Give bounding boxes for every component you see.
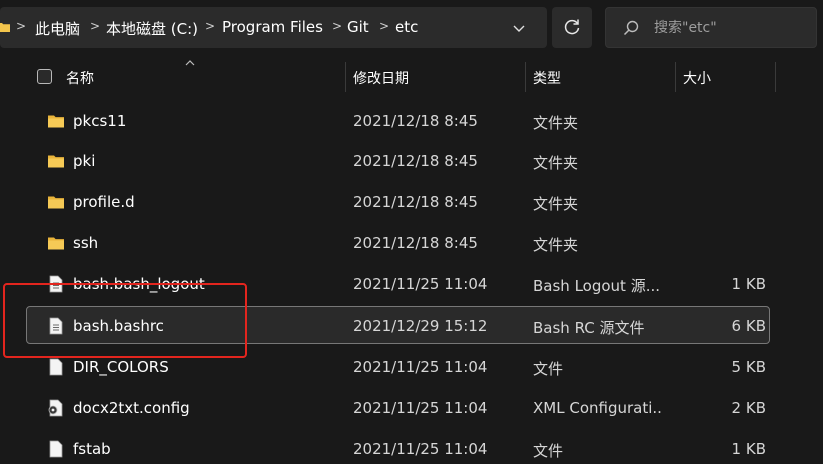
column-header-row: 名称 修改日期 类型 大小 xyxy=(0,58,823,96)
file-date: 2021/12/18 8:45 xyxy=(353,152,478,170)
folder-icon xyxy=(48,196,64,209)
breadcrumb-local-disk[interactable]: 本地磁盘 (C:) xyxy=(106,18,198,39)
file-type: 文件夹 xyxy=(533,195,579,213)
refresh-icon xyxy=(564,19,580,35)
file-date: 2021/12/18 8:45 xyxy=(353,193,478,211)
blank-file-icon xyxy=(49,358,63,376)
file-row[interactable]: profile.d 2021/12/18 8:45 文件夹 xyxy=(0,182,823,221)
column-divider[interactable] xyxy=(345,62,346,92)
column-header-name[interactable]: 名称 xyxy=(66,68,94,88)
column-divider[interactable] xyxy=(775,62,776,92)
file-name: DIR_COLORS xyxy=(73,358,169,376)
file-name: fstab xyxy=(73,440,111,458)
file-size: 2 KB xyxy=(731,399,766,417)
breadcrumb-separator-icon[interactable]: > xyxy=(332,19,342,33)
file-row[interactable]: fstab 2021/11/25 11:04 文件 1 KB xyxy=(0,429,823,464)
refresh-button[interactable] xyxy=(552,7,592,48)
file-name: pki xyxy=(73,152,96,170)
config-file-icon xyxy=(48,399,63,417)
column-header-type[interactable]: 类型 xyxy=(533,68,561,88)
search-box[interactable] xyxy=(605,7,817,48)
chevron-down-icon[interactable] xyxy=(510,19,528,37)
folder-icon xyxy=(48,115,64,128)
text-file-icon xyxy=(49,275,63,293)
file-size: 6 KB xyxy=(731,317,766,335)
file-type: 文件 xyxy=(533,442,564,460)
file-size: 1 KB xyxy=(731,275,766,293)
file-explorer-window: > 此电脑 > 本地磁盘 (C:) > Program Files > Git … xyxy=(0,0,823,464)
breadcrumb-separator-icon[interactable]: > xyxy=(379,19,389,33)
file-name: bash.bashrc xyxy=(73,317,164,335)
file-row[interactable]: ssh 2021/12/18 8:45 文件夹 xyxy=(0,223,823,262)
blank-file-icon xyxy=(49,440,63,458)
file-row[interactable]: bash.bash_logout 2021/11/25 11:04 Bash L… xyxy=(0,264,823,303)
file-type: 文件 xyxy=(533,360,564,378)
file-row[interactable]: docx2txt.config 2021/11/25 11:04 XML Con… xyxy=(0,388,823,427)
file-date: 2021/11/25 11:04 xyxy=(353,275,488,293)
search-input[interactable] xyxy=(654,18,804,38)
breadcrumb-git[interactable]: Git xyxy=(347,18,369,36)
file-date: 2021/11/25 11:04 xyxy=(353,440,488,458)
file-date: 2021/12/29 15:12 xyxy=(353,317,488,335)
search-icon xyxy=(623,20,639,36)
file-size: 5 KB xyxy=(731,358,766,376)
file-row[interactable]: DIR_COLORS 2021/11/25 11:04 文件 5 KB xyxy=(0,347,823,386)
file-type: XML Configurati... xyxy=(533,399,663,417)
address-bar[interactable]: > 此电脑 > 本地磁盘 (C:) > Program Files > Git … xyxy=(0,7,547,48)
file-date: 2021/11/25 11:04 xyxy=(353,358,488,376)
file-name: docx2txt.config xyxy=(73,399,190,417)
folder-icon xyxy=(0,23,10,32)
file-date: 2021/12/18 8:45 xyxy=(353,234,478,252)
file-date: 2021/12/18 8:45 xyxy=(353,112,478,130)
file-date: 2021/11/25 11:04 xyxy=(353,399,488,417)
file-size: 1 KB xyxy=(731,440,766,458)
breadcrumb-separator-icon[interactable]: > xyxy=(205,19,215,33)
file-type: 文件夹 xyxy=(533,154,579,172)
file-row[interactable]: pkcs11 2021/12/18 8:45 文件夹 xyxy=(0,101,823,140)
file-name: profile.d xyxy=(73,193,135,211)
select-all-checkbox[interactable] xyxy=(37,69,52,84)
column-divider[interactable] xyxy=(675,62,676,92)
file-name: pkcs11 xyxy=(73,112,127,130)
file-type: Bash RC 源文件 xyxy=(533,319,645,337)
file-type: 文件夹 xyxy=(533,236,579,254)
breadcrumb-etc[interactable]: etc xyxy=(395,18,418,36)
folder-icon xyxy=(48,237,64,250)
breadcrumb-separator-icon[interactable]: > xyxy=(90,19,100,33)
file-name: ssh xyxy=(73,234,99,252)
file-name: bash.bash_logout xyxy=(73,275,205,293)
sort-ascending-icon xyxy=(185,60,195,66)
breadcrumb-this-pc[interactable]: 此电脑 xyxy=(35,18,80,39)
breadcrumb-separator-icon[interactable]: > xyxy=(16,19,26,33)
column-divider[interactable] xyxy=(525,62,526,92)
file-row[interactable]: pki 2021/12/18 8:45 文件夹 xyxy=(0,141,823,180)
column-header-size[interactable]: 大小 xyxy=(683,68,711,88)
breadcrumb-program-files[interactable]: Program Files xyxy=(222,18,323,36)
file-type: 文件夹 xyxy=(533,114,579,132)
column-header-date[interactable]: 修改日期 xyxy=(353,68,409,88)
file-row-selected[interactable]: bash.bashrc 2021/12/29 15:12 Bash RC 源文件… xyxy=(0,306,823,345)
folder-icon xyxy=(48,155,64,168)
file-type: Bash Logout 源... xyxy=(533,277,661,295)
text-file-icon xyxy=(49,317,63,335)
